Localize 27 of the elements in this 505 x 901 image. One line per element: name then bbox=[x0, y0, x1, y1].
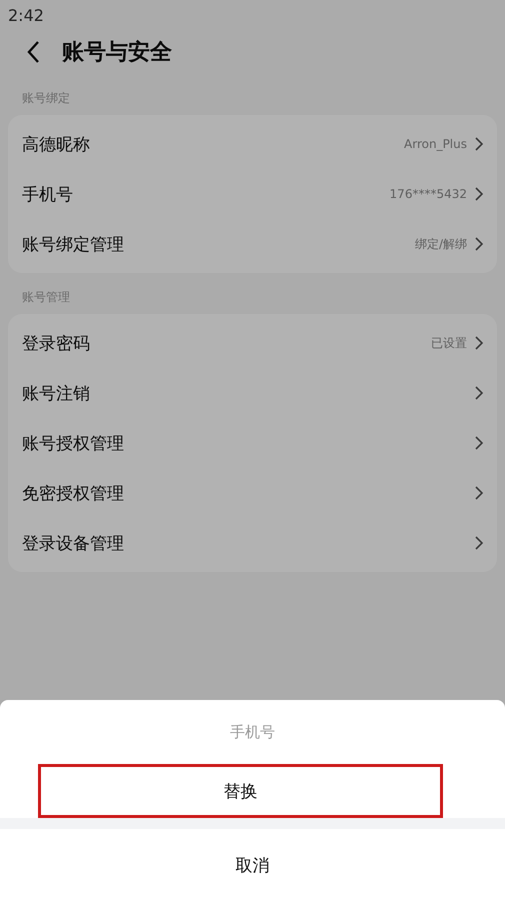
row-value: 176****5432 bbox=[390, 187, 467, 201]
settings-row[interactable]: 高德昵称 Arron_Plus bbox=[8, 119, 497, 169]
row-value: 已设置 bbox=[431, 334, 467, 352]
chevron-icon bbox=[475, 237, 483, 251]
settings-row[interactable]: 账号授权管理 bbox=[8, 418, 497, 468]
section-label: 账号绑定 bbox=[21, 90, 71, 107]
chevron-icon bbox=[475, 336, 483, 350]
status-time: 2:42 bbox=[8, 6, 44, 24]
settings-row[interactable]: 手机号 176****5432 bbox=[8, 169, 497, 219]
chevron-icon bbox=[475, 436, 483, 450]
chevron-icon bbox=[475, 536, 483, 550]
row-value: 绑定/解绑 bbox=[414, 236, 467, 252]
sheet-title: 手机号 bbox=[229, 722, 276, 742]
section-label: 账号管理 bbox=[21, 289, 71, 306]
chevron-icon bbox=[475, 386, 483, 400]
settings-row[interactable]: 账号注销 bbox=[8, 368, 497, 418]
chevron-icon bbox=[475, 486, 483, 500]
settings-row[interactable]: 登录密码 已设置 bbox=[8, 318, 497, 368]
row-value: Arron_Plus bbox=[404, 137, 467, 151]
sheet-action[interactable]: 替换 bbox=[38, 764, 443, 818]
chevron-icon bbox=[475, 137, 483, 151]
chevron-icon bbox=[475, 187, 483, 201]
settings-row[interactable]: 账号绑定管理 绑定/解绑 bbox=[8, 219, 497, 269]
back-icon[interactable] bbox=[26, 40, 40, 64]
settings-row[interactable]: 免密授权管理 bbox=[8, 468, 497, 518]
page-title: 账号与安全 bbox=[62, 38, 172, 67]
settings-row[interactable]: 登录设备管理 bbox=[8, 518, 497, 568]
